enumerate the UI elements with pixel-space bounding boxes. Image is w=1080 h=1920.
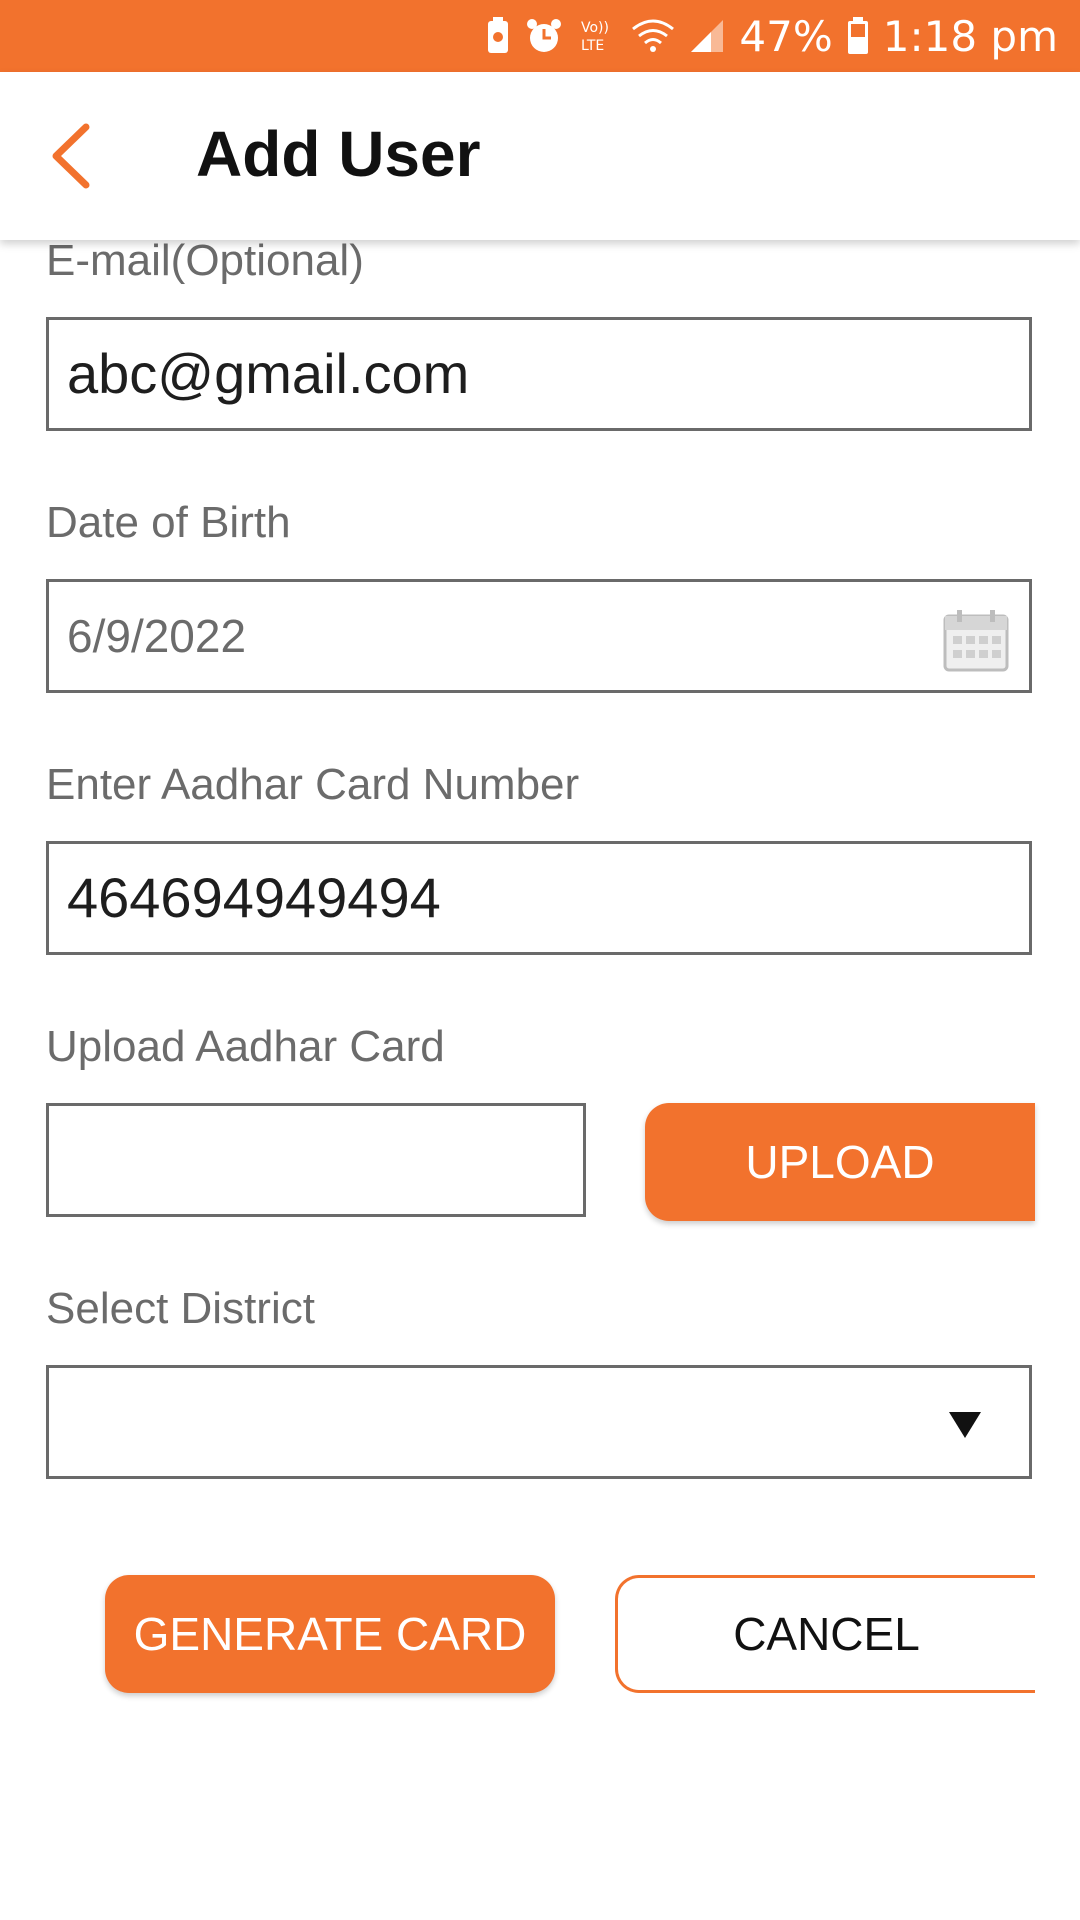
battery-saver-icon	[485, 17, 511, 55]
dob-label: Date of Birth	[46, 498, 291, 547]
cancel-label: CANCEL	[733, 1608, 920, 1660]
upload-button-label: UPLOAD	[745, 1136, 935, 1188]
volte-icon: Vo)) LTE	[577, 16, 617, 56]
page-title: Add User	[196, 118, 481, 190]
aadhar-number-label: Enter Aadhar Card Number	[46, 760, 580, 809]
district-select[interactable]	[46, 1365, 1032, 1479]
status-icons: Vo)) LTE 47% 1:18 pm	[485, 0, 1058, 72]
upload-button[interactable]: UPLOAD	[645, 1103, 1035, 1221]
aadhar-number-field[interactable]: 464694949494	[46, 841, 1032, 955]
aadhar-number-value: 464694949494	[67, 866, 441, 929]
status-bar: Vo)) LTE 47% 1:18 pm	[0, 0, 1080, 72]
back-arrow-icon	[52, 123, 90, 189]
signal-icon	[689, 18, 725, 54]
email-label: E-mail(Optional)	[46, 236, 364, 285]
svg-text:LTE: LTE	[581, 38, 604, 54]
cancel-button[interactable]: CANCEL	[615, 1575, 1035, 1693]
generate-card-button[interactable]: GENERATE CARD	[105, 1575, 555, 1693]
calendar-icon[interactable]	[943, 608, 1009, 677]
app-bar: Add User	[0, 72, 1080, 240]
clock: 1:18 pm	[882, 11, 1058, 61]
email-field[interactable]: abc@gmail.com	[46, 317, 1032, 431]
generate-card-label: GENERATE CARD	[133, 1608, 527, 1660]
district-label: Select District	[46, 1284, 315, 1333]
battery-percent: 47%	[739, 11, 833, 61]
upload-aadhar-label: Upload Aadhar Card	[46, 1022, 445, 1071]
back-button[interactable]	[30, 116, 110, 196]
wifi-icon	[631, 17, 675, 55]
svg-text:Vo)): Vo))	[581, 20, 609, 36]
upload-aadhar-field[interactable]	[46, 1103, 586, 1217]
email-value: abc@gmail.com	[67, 342, 470, 405]
battery-icon	[847, 17, 869, 55]
dob-value: 6/9/2022	[67, 610, 247, 662]
dropdown-arrow-icon	[949, 1412, 981, 1438]
dob-field[interactable]: 6/9/2022	[46, 579, 1032, 693]
alarm-icon	[525, 17, 563, 55]
